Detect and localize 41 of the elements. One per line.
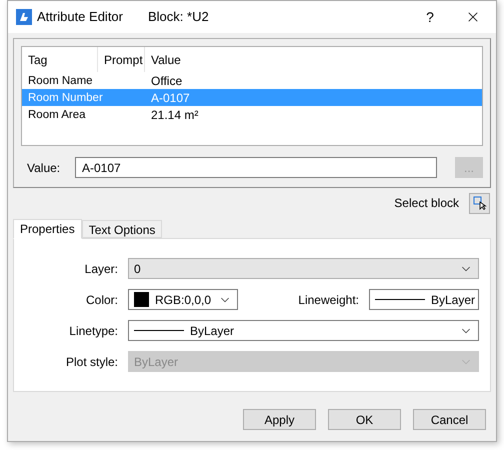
help-button[interactable]: ? <box>410 1 450 33</box>
table-row[interactable]: Room Area 21.14 m² <box>22 106 482 123</box>
table-cell: Room Number <box>28 92 103 104</box>
field-label: Linetype: <box>68 322 119 340</box>
dropdown-value: ByLayer <box>431 292 476 308</box>
window-title: Attribute Editor <box>37 8 123 26</box>
dropdown-value: RGB:0,0,0 <box>155 292 212 308</box>
table-cell: Room Name <box>28 74 93 87</box>
dropdown-value: 0 <box>134 260 142 278</box>
column-header[interactable]: Tag <box>22 47 98 72</box>
table-cell: Room Area <box>28 108 86 121</box>
dialog-button[interactable]: OK <box>328 409 401 430</box>
tab[interactable]: Properties <box>13 219 82 239</box>
dropdown[interactable]: RGB:0,0,0 <box>128 289 238 310</box>
block-name: Block: *U2 <box>148 8 209 26</box>
dropdown-value: ByLayer <box>134 354 180 370</box>
dropdown[interactable]: ByLayer <box>128 320 479 341</box>
field-label: Color: <box>84 292 119 308</box>
table-cell-text: A-0107 <box>150 90 191 106</box>
column-header[interactable]: Value <box>145 47 482 72</box>
field-label: Value: <box>26 160 62 176</box>
field-label: Layer: <box>84 260 119 278</box>
dialog-button[interactable]: Cancel <box>413 409 486 430</box>
field-label: Plot style: <box>64 354 119 370</box>
app-logo-icon <box>16 9 32 25</box>
table-cell-text: 21.14 m² <box>150 106 200 124</box>
select-block-button[interactable] <box>469 192 490 214</box>
field-label: Lineweight: <box>297 292 360 308</box>
line-sample-icon <box>134 330 184 331</box>
table-cell-text: Office <box>150 72 184 90</box>
dialog-button[interactable]: Apply <box>243 409 316 430</box>
dropdown[interactable]: ByLayer <box>369 289 479 310</box>
tab[interactable]: Text Options <box>82 220 162 238</box>
line-sample-icon <box>375 299 425 300</box>
select-cursor-icon <box>472 196 486 210</box>
value-field[interactable]: A-0107 <box>75 157 437 178</box>
table-row[interactable]: Room Name Office <box>22 72 482 89</box>
dropdown[interactable]: 0 <box>128 258 479 279</box>
column-header[interactable]: Prompt <box>98 47 145 72</box>
select-block-label: Select block <box>394 195 459 212</box>
dropdown-value: ByLayer <box>190 322 236 340</box>
